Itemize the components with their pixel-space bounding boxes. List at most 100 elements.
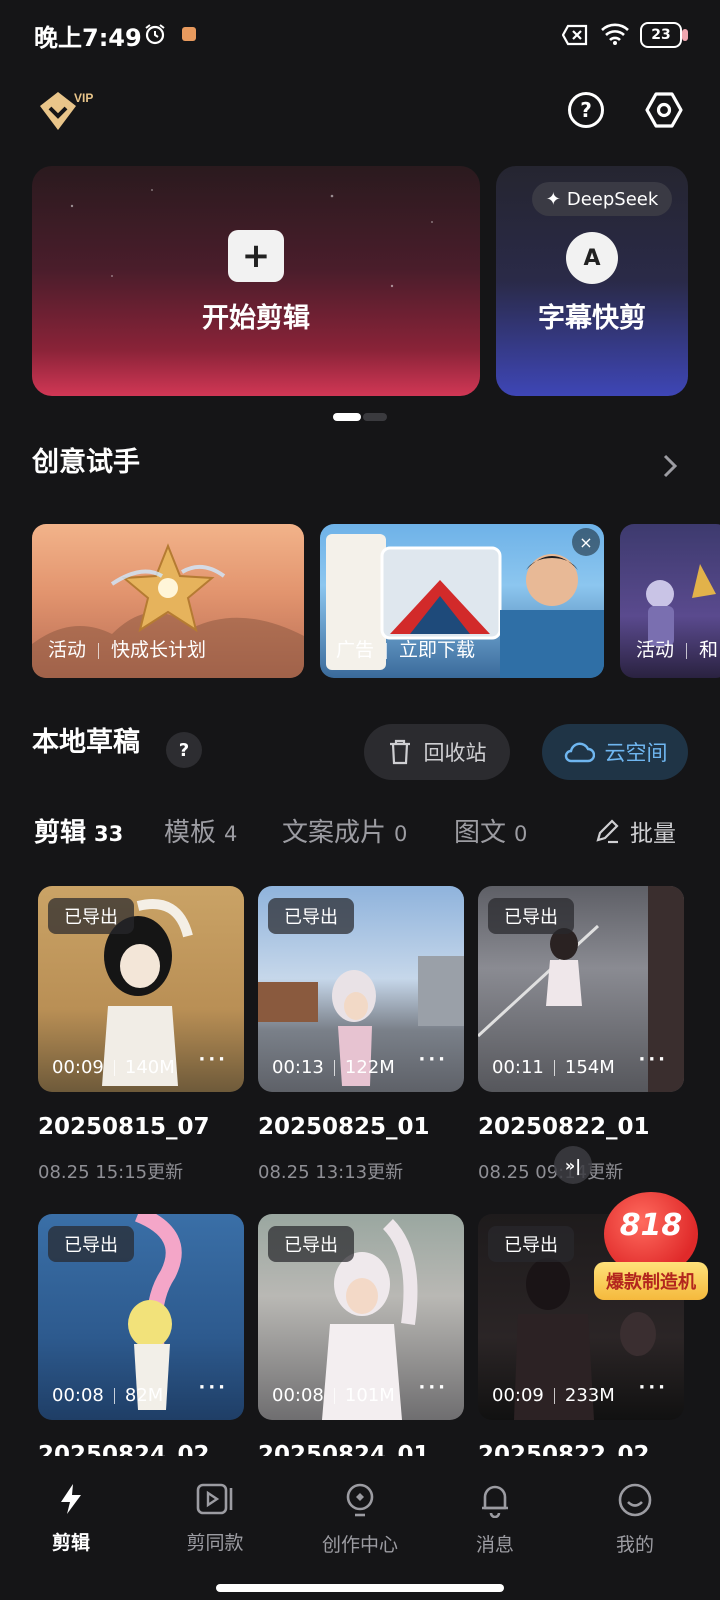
draft-thumbnail[interactable]: 已导出 00:11 154M ··· <box>478 886 684 1092</box>
draft-duration: 00:08 <box>272 1385 324 1406</box>
help-button[interactable]: ? <box>568 92 604 128</box>
exported-badge: 已导出 <box>268 1226 354 1262</box>
pencil-icon <box>596 819 619 844</box>
draft-size: 140M <box>124 1057 175 1078</box>
exported-badge: 已导出 <box>488 1226 574 1262</box>
chevron-right-icon[interactable] <box>660 452 680 480</box>
promo-tag: 活动 <box>48 639 87 661</box>
vip-logo-icon[interactable]: VIP <box>36 88 100 134</box>
tab-label: 文案成片 <box>282 818 387 848</box>
cloud-space-button[interactable]: 云空间 <box>542 724 688 780</box>
promo-818-float[interactable]: 818 爆款制造机 <box>594 1192 708 1308</box>
sparkle-icon: ✦ <box>545 188 561 210</box>
smile-icon <box>618 1483 652 1517</box>
alarm-icon <box>145 24 165 45</box>
nav-messages[interactable]: 消息 <box>440 1482 550 1557</box>
draft-thumbnail[interactable]: 已导出 00:08 82M ··· <box>38 1214 244 1420</box>
nav-creator-center[interactable]: 创作中心 <box>305 1482 415 1557</box>
battery-icon: 23 <box>640 22 688 48</box>
promo-text: 立即下载 <box>399 639 476 661</box>
draft-meta: 00:08 82M <box>52 1385 163 1406</box>
draft-meta: 00:11 154M <box>492 1057 615 1078</box>
close-ad-button[interactable]: × <box>572 528 600 556</box>
promo-tag: 活动 <box>636 639 675 661</box>
plus-icon: + <box>241 236 271 276</box>
tab-count: 4 <box>224 822 238 846</box>
creative-section-title: 创意试手 <box>32 447 140 478</box>
sim-disabled-icon <box>562 24 588 46</box>
caption-quick-cut-label: 字幕快剪 <box>538 303 646 334</box>
divider <box>553 1059 555 1076</box>
settings-icon[interactable] <box>644 90 684 130</box>
nav-label: 我的 <box>615 1534 654 1556</box>
vip-text: VIP <box>74 91 93 105</box>
trash-icon <box>389 739 410 765</box>
more-options-button[interactable]: ··· <box>418 1049 448 1070</box>
divider <box>333 1059 335 1076</box>
draft-thumbnail[interactable]: 已导出 00:09 140M ··· <box>38 886 244 1092</box>
promo-card-growth-plan[interactable]: 活动 快成长计划 <box>32 524 304 678</box>
draft-thumbnail[interactable]: 已导出 00:08 101M ··· <box>258 1214 464 1420</box>
home-indicator[interactable] <box>216 1584 504 1592</box>
exported-badge: 已导出 <box>48 1226 134 1262</box>
divider <box>333 1387 335 1404</box>
nav-label: 消息 <box>475 1534 514 1556</box>
exported-badge: 已导出 <box>48 898 134 934</box>
tab-copy-to-video[interactable]: 文案成片 0 <box>282 812 407 849</box>
draft-size: 82M <box>124 1385 164 1406</box>
pager-dot-active <box>333 413 361 421</box>
more-options-button[interactable]: ··· <box>198 1377 228 1398</box>
exported-badge: 已导出 <box>488 898 574 934</box>
tab-template[interactable]: 模板 4 <box>164 812 237 849</box>
promo-number: 818 <box>619 1208 683 1243</box>
draft-size: 101M <box>344 1385 395 1406</box>
divider <box>686 642 688 659</box>
draft-size: 154M <box>564 1057 615 1078</box>
caption-quick-cut-card[interactable]: ✦ DeepSeek A 字幕快剪 <box>496 166 688 396</box>
divider <box>98 642 100 659</box>
nav-profile[interactable]: 我的 <box>580 1482 690 1557</box>
tab-label: 模板 <box>164 818 217 848</box>
promo-tag: 广告 <box>336 639 375 661</box>
promo-card-third[interactable]: 活动 和 <box>620 524 720 678</box>
more-options-button[interactable]: ··· <box>638 1049 668 1070</box>
divider <box>553 1387 555 1404</box>
recycle-bin-button[interactable]: 回收站 <box>364 724 510 780</box>
promo-label: 广告 立即下载 <box>336 635 475 662</box>
draft-duration: 00:08 <box>52 1385 104 1406</box>
tab-count: 0 <box>394 822 408 846</box>
status-bar: 晚上7:49 23 <box>0 0 720 70</box>
draft-meta: 00:09 233M <box>492 1385 615 1406</box>
draft-size: 122M <box>344 1057 395 1078</box>
tab-edit[interactable]: 剪辑 33 <box>34 812 123 849</box>
draft-duration: 00:13 <box>272 1057 324 1078</box>
batch-button[interactable]: 批量 <box>594 814 676 848</box>
drafts-help-button[interactable]: ? <box>166 732 202 768</box>
more-options-button[interactable]: ··· <box>418 1377 448 1398</box>
promo-text: 快成长计划 <box>111 639 207 661</box>
recycle-bin-label: 回收站 <box>423 741 487 765</box>
tab-image-text[interactable]: 图文 0 <box>454 812 527 849</box>
nav-template[interactable]: 剪同款 <box>160 1482 270 1555</box>
more-options-button[interactable]: ··· <box>198 1049 228 1070</box>
draft-updated: 08.25 15:15更新 <box>38 1162 184 1183</box>
nav-edit[interactable]: 剪辑 <box>16 1482 126 1555</box>
draft-meta: 00:08 101M <box>272 1385 395 1406</box>
divider <box>386 642 388 659</box>
start-editing-card[interactable]: + 开始剪辑 <box>32 166 480 396</box>
promo-label: 爆款制造机 <box>594 1262 708 1300</box>
tab-count: 33 <box>94 822 124 846</box>
cloud-icon <box>564 742 595 763</box>
draft-updated: 08.25 13:13更新 <box>258 1162 404 1183</box>
draft-duration: 00:09 <box>492 1385 544 1406</box>
draft-thumbnail[interactable]: 已导出 00:13 122M ··· <box>258 886 464 1092</box>
draft-meta: 00:13 122M <box>272 1057 395 1078</box>
more-options-button[interactable]: ··· <box>638 1377 668 1398</box>
status-time: 晚上7:49 <box>34 24 142 52</box>
promo-card-ad[interactable]: × 广告 立即下载 <box>320 524 604 678</box>
deepseek-badge: ✦ DeepSeek <box>532 182 672 216</box>
skip-next-button[interactable]: »| <box>554 1146 592 1184</box>
template-video-icon <box>196 1483 233 1515</box>
add-project-button[interactable]: + <box>228 230 284 282</box>
notification-icon <box>182 27 196 41</box>
